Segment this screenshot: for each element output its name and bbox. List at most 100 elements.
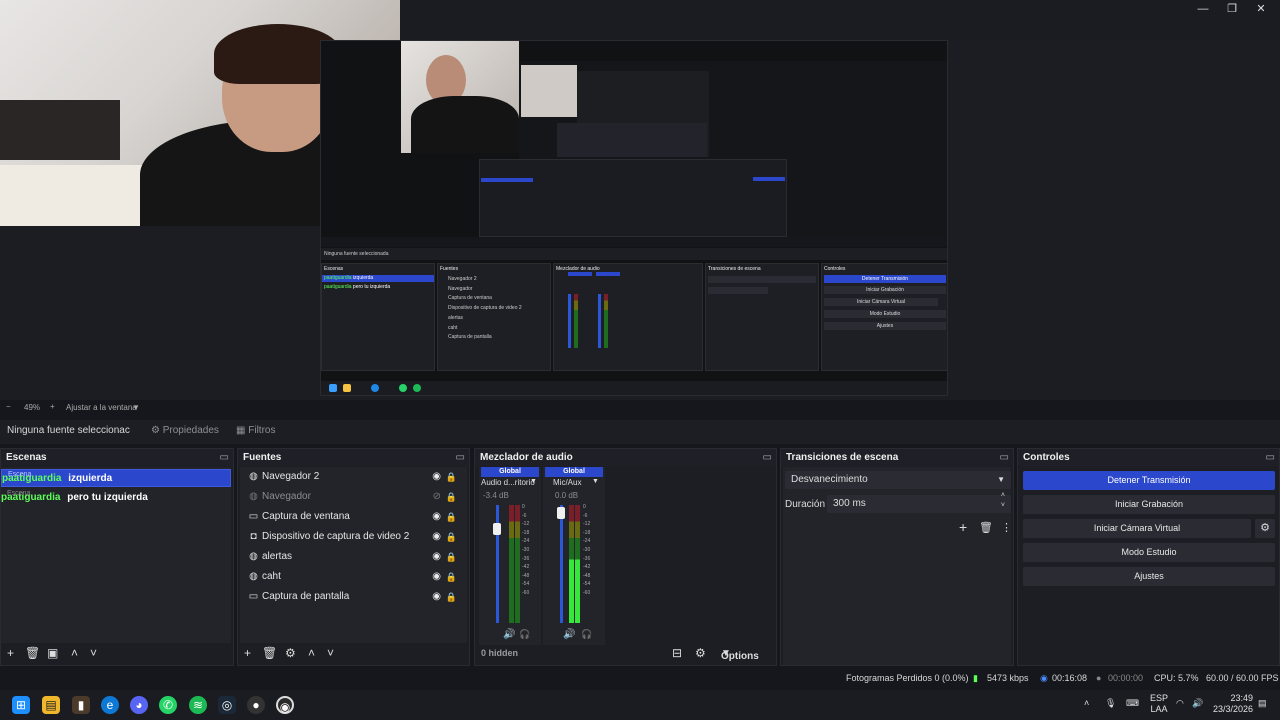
scene-item-pero-tu-izquierda[interactable]: Escena paatiguardia pero tu izquierda xyxy=(1,489,231,507)
stop-stream-button[interactable]: Detener Transmisión xyxy=(1023,471,1275,490)
lock-icon[interactable]: 🔒 xyxy=(446,587,457,607)
undock-icon[interactable]: ▭ xyxy=(456,449,465,466)
spotify-icon[interactable]: ≋ xyxy=(189,696,207,714)
lock-icon[interactable]: 🔒 xyxy=(446,547,457,567)
gear-icon[interactable]: ⚙ xyxy=(285,646,296,660)
app-icon[interactable]: ▮ xyxy=(72,696,90,714)
volume-icon[interactable]: 🔊 xyxy=(1192,698,1203,709)
start-virtual-camera-button[interactable]: Iniciar Cámara Virtual xyxy=(1023,519,1251,538)
chevron-down-icon[interactable]: ▼ xyxy=(132,403,140,412)
record-icon: ● xyxy=(1096,673,1102,683)
source-item[interactable]: ◍ caht ◉ 🔒 xyxy=(240,567,467,587)
source-item[interactable]: ▭ Captura de pantalla ◉ 🔒 xyxy=(240,587,467,607)
keyboard-icon[interactable]: ⌨ xyxy=(1126,698,1139,709)
source-item[interactable]: ▭ Captura de ventana ◉ 🔒 xyxy=(240,507,467,527)
edge-icon[interactable]: e xyxy=(101,696,119,714)
undock-icon[interactable]: ▭ xyxy=(220,449,229,466)
undock-icon[interactable]: ▭ xyxy=(1000,449,1009,466)
add-source-button[interactable]: + xyxy=(244,646,251,660)
speaker-icon[interactable]: 🔊 xyxy=(563,629,575,640)
maximize-button[interactable]: ❐ xyxy=(1219,2,1245,16)
chevron-down-icon[interactable]: ▼ xyxy=(592,478,599,485)
obs-icon[interactable]: ◉ xyxy=(276,696,294,714)
no-source-label: Ninguna fuente seleccionac xyxy=(7,425,130,436)
language-indicator[interactable]: ESP LAA xyxy=(1150,693,1168,715)
eye-icon[interactable]: ◉ xyxy=(432,587,441,607)
mic-icon[interactable]: 🎙 xyxy=(1105,698,1116,709)
options-button[interactable]: Options ▼ xyxy=(721,648,759,662)
eye-hidden-icon[interactable]: ⊘ xyxy=(433,487,441,507)
headphones-icon[interactable]: 🎧 xyxy=(519,629,530,640)
zoom-level: 49% xyxy=(24,403,41,412)
undock-icon[interactable]: ▭ xyxy=(763,449,772,466)
lock-icon[interactable]: 🔒 xyxy=(446,567,457,587)
scene-item-izquierda[interactable]: Escena paatiguardia izquierda xyxy=(1,469,231,487)
headphones-icon[interactable]: 🎧 xyxy=(581,629,592,640)
eye-icon[interactable]: ◉ xyxy=(432,507,441,527)
signal-icon: ▮ xyxy=(973,673,978,683)
studio-mode-button[interactable]: Modo Estudio xyxy=(1023,543,1275,562)
mixer-title: Mezclador de audio xyxy=(480,452,573,463)
properties-bar: Ninguna fuente seleccionac ⚙ Propiedades… xyxy=(0,420,1280,444)
settings-button[interactable]: Ajustes xyxy=(1023,567,1275,586)
move-up-icon[interactable]: ˄ xyxy=(71,646,78,660)
filters-button[interactable]: ▦ Filtros xyxy=(236,420,275,442)
nested-obs-capture: Ninguna fuente seleccionada Escenas paat… xyxy=(320,40,948,396)
app-icon[interactable]: ● xyxy=(247,696,265,714)
eye-icon[interactable]: ◉ xyxy=(432,547,441,567)
trash-icon[interactable]: 🗑 xyxy=(979,521,993,534)
speaker-icon[interactable]: 🔊 xyxy=(503,629,515,640)
scenes-title: Escenas xyxy=(6,452,47,463)
lock-icon[interactable]: 🔒 xyxy=(446,467,457,487)
chevron-up-icon[interactable]: ˄ xyxy=(1084,698,1089,708)
add-transition-button[interactable]: + xyxy=(959,519,967,535)
transitions-dock: Transiciones de escena ▭ Desvanecimiento … xyxy=(780,448,1014,666)
more-icon[interactable]: ⋮ xyxy=(1001,521,1012,534)
notification-icon[interactable]: ▤ xyxy=(1258,698,1267,709)
layout-icon[interactable]: ⊟ xyxy=(672,646,682,660)
move-down-icon[interactable]: ˅ xyxy=(327,646,334,660)
start-icon[interactable]: ⊞ xyxy=(12,696,30,714)
lock-icon[interactable]: 🔒 xyxy=(446,507,457,527)
chevron-down-icon[interactable]: ▼ xyxy=(530,478,537,485)
clock[interactable]: 23:49 23/3/2026 xyxy=(1211,693,1253,715)
lock-icon[interactable]: 🔒 xyxy=(446,487,457,507)
source-item[interactable]: ◘ Dispositivo de captura de video 2 ◉ 🔒 xyxy=(240,527,467,547)
move-up-icon[interactable]: ˄ xyxy=(308,646,315,660)
minimize-button[interactable]: — xyxy=(1190,2,1216,16)
eye-icon[interactable]: ◉ xyxy=(432,567,441,587)
source-item[interactable]: ◍ alertas ◉ 🔒 xyxy=(240,547,467,567)
zoom-out-button[interactable]: − xyxy=(6,402,11,411)
source-item[interactable]: ◍ Navegador 2 ◉ 🔒 xyxy=(240,467,467,487)
move-down-icon[interactable]: ˅ xyxy=(90,646,97,660)
whatsapp-icon[interactable]: ✆ xyxy=(159,696,177,714)
trash-icon[interactable]: 🗑 xyxy=(262,646,277,660)
properties-button[interactable]: ⚙ Propiedades xyxy=(151,420,219,442)
advanced-audio-icon[interactable]: ⚙ xyxy=(695,646,706,660)
transition-select[interactable]: Desvanecimiento ▼ xyxy=(785,471,1011,489)
undock-icon[interactable]: ▭ xyxy=(1266,449,1275,466)
folder-icon[interactable]: ▤ xyxy=(42,696,60,714)
start-recording-button[interactable]: Iniciar Grabación xyxy=(1023,495,1275,514)
taskbar: ⊞ ▤ ▮ e ◕ ✆ ≋ ◎ ● ◉ ˄ 🎙 ⌨ ESP LAA ◠ 🔊 23:… xyxy=(0,690,1280,720)
volume-fader[interactable] xyxy=(560,505,563,623)
eye-icon[interactable]: ◉ xyxy=(432,467,441,487)
gear-icon[interactable]: ⚙ xyxy=(1255,519,1275,538)
steam-icon[interactable]: ◎ xyxy=(218,696,236,714)
trash-icon[interactable]: 🗑 xyxy=(25,646,40,660)
window-icon: ▭ xyxy=(248,511,259,522)
lock-icon[interactable]: 🔒 xyxy=(446,527,457,547)
source-item[interactable]: ◍ Navegador ⊘ 🔒 xyxy=(240,487,467,507)
zoom-in-button[interactable]: + xyxy=(50,402,55,411)
discord-icon[interactable]: ◕ xyxy=(130,696,148,714)
preview-canvas[interactable]: Ninguna fuente seleccionada Escenas paat… xyxy=(0,0,1280,400)
duration-input[interactable]: 300 ms ˄ ˅ xyxy=(827,492,1011,513)
mixer-channel-mic: Global Mic/Aux ▼ 0.0 dB 0 -6 -12 -18 -24 -30-… xyxy=(543,467,605,645)
add-scene-button[interactable]: + xyxy=(7,646,14,660)
mixer-channel-desktop: Global Audio d...ritorio ▼ -3.4 dB 0 -6 -1… xyxy=(479,467,541,645)
scene-filter-icon[interactable]: ▣ xyxy=(47,646,58,660)
close-button[interactable]: ✕ xyxy=(1248,2,1274,16)
wifi-icon[interactable]: ◠ xyxy=(1176,698,1184,709)
eye-icon[interactable]: ◉ xyxy=(432,527,441,547)
controls-dock: Controles ▭ Detener Transmisión Iniciar G… xyxy=(1017,448,1280,666)
